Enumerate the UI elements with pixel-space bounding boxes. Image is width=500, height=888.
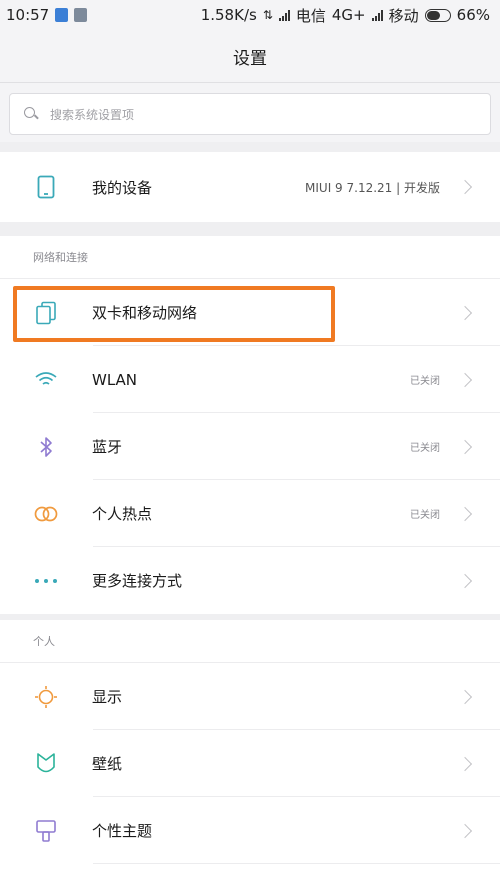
title-bar: 设置 bbox=[0, 30, 500, 82]
status-bar: 10:57 1.58K/s ⇅ 电信 4G+ 移动 66% bbox=[0, 0, 500, 30]
chevron-right-icon bbox=[457, 372, 473, 387]
status-time: 10:57 bbox=[6, 6, 50, 24]
notification-app-icon bbox=[74, 8, 88, 22]
signal-icon bbox=[371, 9, 383, 21]
miui-version: MIUI 9 7.12.21 | 开发版 bbox=[305, 180, 440, 195]
display-sun-icon bbox=[31, 682, 61, 712]
search-area: 搜索系统设置项 bbox=[0, 82, 500, 142]
wlan-status: 已关闭 bbox=[410, 376, 440, 387]
section-title-network: 网络和连接 bbox=[33, 251, 88, 264]
chevron-right-icon bbox=[457, 439, 473, 454]
page-title: 设置 bbox=[233, 48, 267, 69]
sidebar-item-dual-sim[interactable]: 双卡和移动网络 bbox=[0, 279, 500, 346]
notification-app-icon bbox=[55, 8, 69, 22]
section-title-personal: 个人 bbox=[33, 635, 55, 648]
carrier-1: 电信 bbox=[295, 6, 326, 25]
carrier-2: 移动 bbox=[388, 6, 419, 25]
more-dots-icon bbox=[31, 566, 61, 596]
sidebar-item-wallpaper[interactable]: 壁纸 bbox=[0, 730, 500, 797]
wallpaper-icon bbox=[31, 749, 61, 779]
network-type: 4G+ bbox=[331, 6, 366, 24]
chevron-right-icon bbox=[457, 823, 473, 838]
bluetooth-status: 已关闭 bbox=[410, 443, 440, 454]
wifi-icon bbox=[31, 365, 61, 395]
sidebar-item-more-connections[interactable]: 更多连接方式 bbox=[0, 547, 500, 614]
search-input[interactable]: 搜索系统设置项 bbox=[9, 93, 491, 135]
chevron-right-icon bbox=[457, 689, 473, 704]
device-panel: 我的设备 MIUI 9 7.12.21 | 开发版 bbox=[0, 152, 500, 222]
battery-percent: 66% bbox=[456, 6, 490, 24]
theme-brush-icon bbox=[31, 816, 61, 846]
sidebar-item-bluetooth[interactable]: 蓝牙 已关闭 bbox=[0, 413, 500, 480]
wlan-label: WLAN bbox=[92, 370, 138, 389]
hotspot-status: 已关闭 bbox=[410, 510, 440, 521]
sim-card-icon bbox=[31, 298, 61, 328]
network-panel: 网络和连接 双卡和移动网络 WLAN 已关闭 蓝牙 已关闭 个人热点 已关闭 更… bbox=[0, 236, 500, 614]
chevron-right-icon bbox=[457, 179, 473, 195]
search-placeholder: 搜索系统设置项 bbox=[50, 107, 135, 122]
personal-panel: 个人 显示 壁纸 个性主题 bbox=[0, 620, 500, 888]
signal-icon bbox=[278, 9, 290, 21]
chevron-right-icon bbox=[457, 305, 473, 320]
sidebar-item-hotspot[interactable]: 个人热点 已关闭 bbox=[0, 480, 500, 547]
search-icon bbox=[24, 107, 38, 121]
data-transfer-icon: ⇅ bbox=[262, 8, 273, 22]
my-device-label: 我的设备 bbox=[92, 178, 153, 197]
display-label: 显示 bbox=[92, 688, 123, 706]
bluetooth-label: 蓝牙 bbox=[92, 438, 123, 456]
chevron-right-icon bbox=[457, 573, 473, 588]
chevron-right-icon bbox=[457, 506, 473, 521]
bluetooth-icon bbox=[31, 432, 61, 462]
sidebar-item-wlan[interactable]: WLAN 已关闭 bbox=[0, 346, 500, 413]
my-device-row[interactable]: 我的设备 MIUI 9 7.12.21 | 开发版 bbox=[0, 152, 500, 222]
hotspot-label: 个人热点 bbox=[92, 505, 153, 523]
theme-label: 个性主题 bbox=[92, 822, 153, 840]
phone-icon bbox=[31, 172, 61, 202]
hotspot-icon bbox=[31, 499, 61, 529]
wallpaper-label: 壁纸 bbox=[92, 755, 123, 773]
network-speed: 1.58K/s bbox=[200, 6, 257, 24]
more-connections-label: 更多连接方式 bbox=[92, 572, 183, 590]
battery-icon bbox=[424, 8, 451, 22]
sidebar-item-theme[interactable]: 个性主题 bbox=[0, 797, 500, 864]
dual-sim-label: 双卡和移动网络 bbox=[92, 304, 198, 322]
sidebar-item-display[interactable]: 显示 bbox=[0, 663, 500, 730]
chevron-right-icon bbox=[457, 756, 473, 771]
